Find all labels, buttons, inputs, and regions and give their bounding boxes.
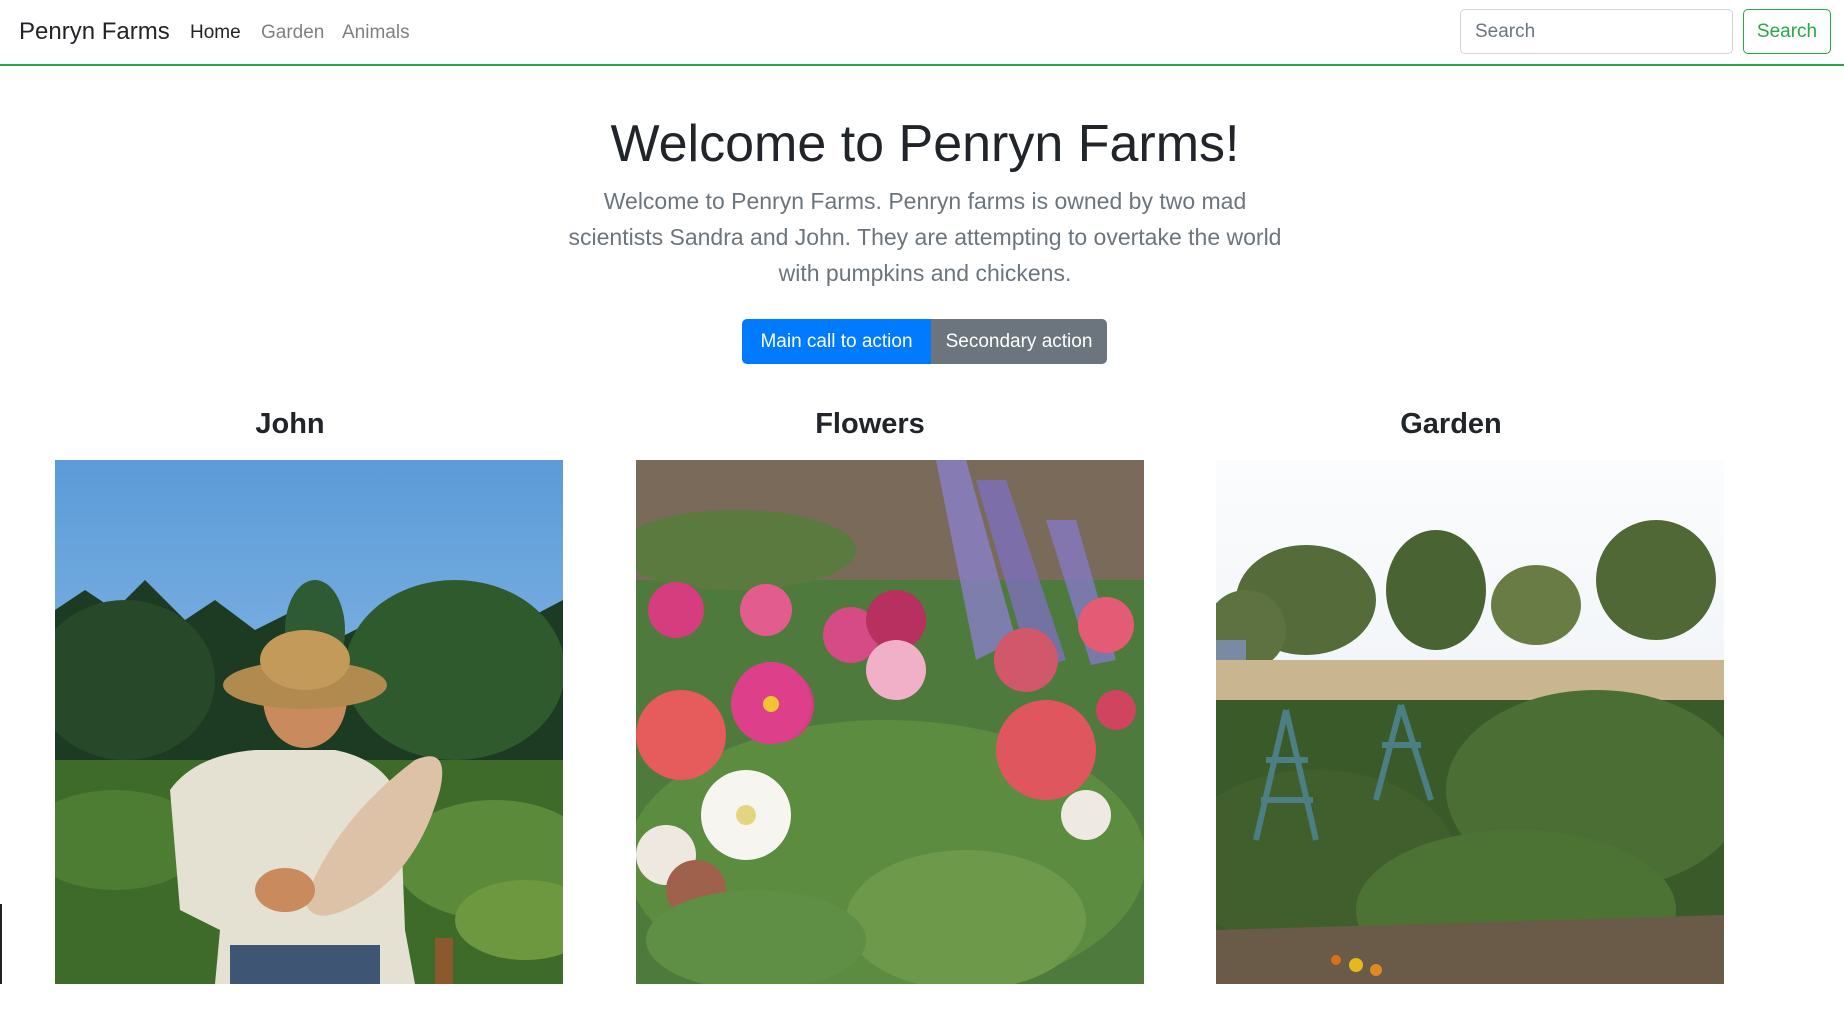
- card-title-john: John: [255, 408, 325, 440]
- window-edge-divider: [0, 904, 2, 984]
- flowers-photo-illustration: [636, 460, 1144, 984]
- farmer-photo-illustration: [55, 460, 563, 984]
- card-title-flowers: Flowers: [815, 408, 925, 440]
- hero-lead-text: Welcome to Penryn Farms. Penryn farms is…: [568, 188, 1282, 286]
- navbar: Penryn Farms Home Garden Animals Search: [0, 0, 1844, 66]
- main-call-to-action-button[interactable]: Main call to action: [742, 319, 931, 364]
- farmer-holding-squash-photo: [55, 460, 563, 984]
- garden-photo-illustration: [1216, 460, 1724, 984]
- vegetable-garden-photo: [1216, 460, 1724, 984]
- hero-title: Welcome to Penryn Farms!: [610, 115, 1240, 173]
- secondary-action-button[interactable]: Secondary action: [931, 319, 1107, 364]
- nav-link-animals[interactable]: Animals: [342, 22, 410, 44]
- nav-link-home[interactable]: Home: [190, 22, 241, 44]
- search-input[interactable]: [1460, 9, 1733, 54]
- search-button[interactable]: Search: [1743, 9, 1831, 54]
- zinnia-flowers-photo: [636, 460, 1144, 984]
- brand-logo-text[interactable]: Penryn Farms: [19, 18, 170, 46]
- nav-link-garden[interactable]: Garden: [261, 22, 324, 44]
- card-title-garden: Garden: [1400, 408, 1502, 440]
